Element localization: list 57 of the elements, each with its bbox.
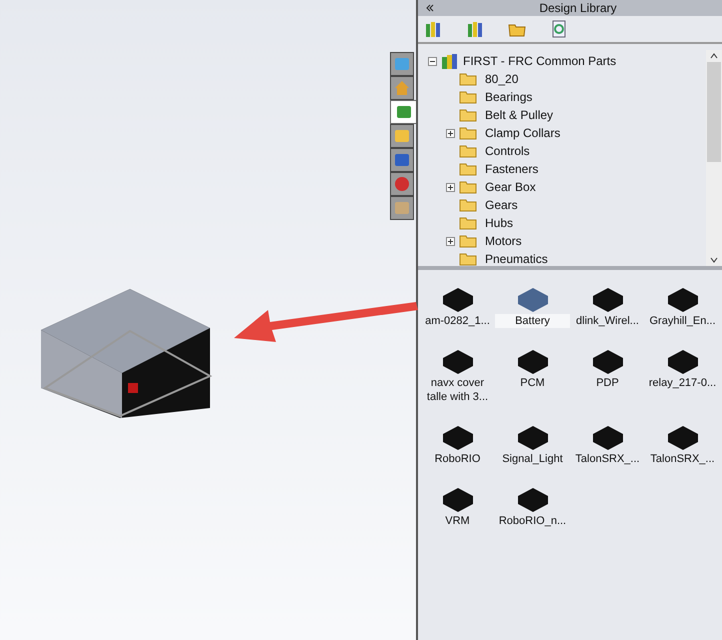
tree-item[interactable]: FIRST - FRC Common Parts [463,52,616,70]
scrollbar[interactable] [706,50,722,266]
tree-item[interactable]: Motors [485,232,522,250]
part-label[interactable]: Grayhill_En... [645,314,720,328]
panel-tab[interactable] [390,76,414,100]
tree-item[interactable]: 80_20 [485,70,518,88]
part-label[interactable]: RoboRIO [420,452,495,466]
part-label[interactable]: TalonSRX_... [645,452,720,466]
folder-icon [459,108,477,122]
part-label[interactable]: Battery [495,314,570,328]
panel-tab[interactable] [390,100,416,124]
panel-tab[interactable] [390,196,414,220]
collapse-icon[interactable] [426,4,434,12]
panel-tab[interactable] [390,148,414,172]
part-label[interactable]: VRM [420,514,495,528]
folder-icon [459,180,477,194]
tree-item[interactable]: Bearings [485,88,532,106]
panel-tab[interactable] [390,172,414,196]
expand-toggle-icon[interactable] [446,128,455,138]
tree-item[interactable]: Fasteners [485,160,538,178]
expand-toggle-icon[interactable] [446,236,455,246]
tree-item[interactable]: Gear Box [485,178,536,196]
folder-icon [459,162,477,176]
part-label[interactable]: RoboRIO_n... [495,514,570,528]
folder-icon [459,144,477,158]
panel-title: Design Library [538,2,618,14]
folder-icon [459,72,477,86]
part-label[interactable]: TalonSRX_... [570,452,645,466]
part-label[interactable]: Signal_Light [495,452,570,466]
tree-item[interactable]: Belt & Pulley [485,106,554,124]
tree-item[interactable]: Hubs [485,214,514,232]
part-label[interactable]: am-0282_1... [420,314,495,328]
folder-icon [459,234,477,248]
folder-icon [459,126,477,140]
scroll-up-icon[interactable] [710,53,718,59]
part-label[interactable]: navx cover talle with 3... [420,376,495,404]
refresh-icon[interactable] [550,20,568,38]
tree-item[interactable]: Clamp Collars [485,124,560,142]
folder-icon [394,128,410,144]
part-label[interactable]: dlink_Wirel... [570,314,645,328]
part-label[interactable]: relay_217-0... [645,376,720,390]
folder-icon [459,198,477,212]
tree-item[interactable]: Gears [485,196,518,214]
color-ball-icon [394,176,410,192]
tree-item[interactable]: Controls [485,142,530,160]
folder-icon [459,216,477,230]
panel-tab[interactable] [390,52,414,76]
tree-item[interactable]: Pneumatics [485,250,548,268]
collapse-toggle-icon[interactable] [428,56,437,66]
folder-icon [459,252,477,266]
part-label[interactable]: PCM [495,376,570,390]
expand-toggle-icon[interactable] [446,182,455,192]
part-label[interactable]: PDP [570,376,645,390]
scroll-down-icon[interactable] [710,257,718,263]
folder-icon [459,90,477,104]
home-icon [394,80,410,96]
panel-tab[interactable] [390,124,414,148]
